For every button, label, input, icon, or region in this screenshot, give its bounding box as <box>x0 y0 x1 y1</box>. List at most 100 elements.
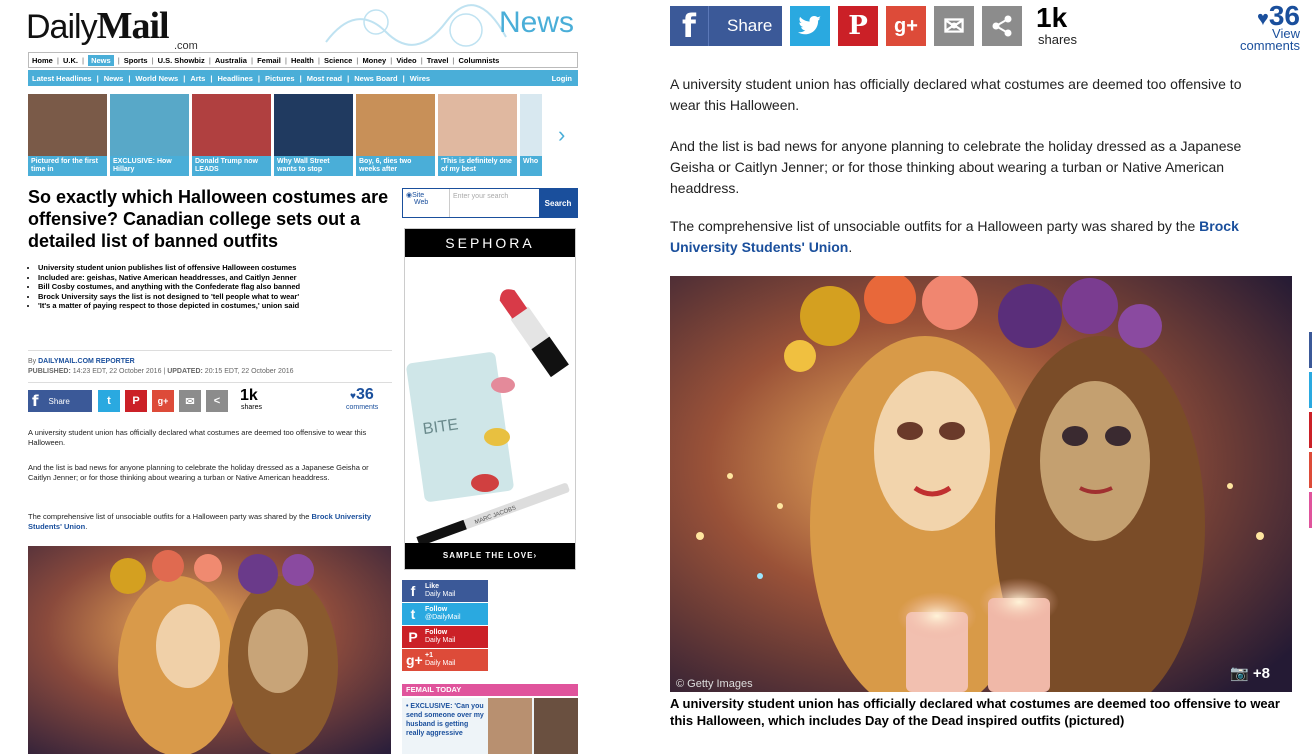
nav-item-health[interactable]: Health <box>291 56 314 65</box>
follow-button[interactable]: g+ +1 Daily Mail <box>402 649 488 671</box>
carousel-card[interactable]: 'This is definitely one of my best <box>438 94 517 176</box>
divider <box>28 382 392 383</box>
nav-item-video[interactable]: Video <box>396 56 416 65</box>
camera-icon: 📷 <box>1230 665 1249 682</box>
search-button[interactable]: Search <box>539 189 577 217</box>
carousel-caption: 'This is definitely one of my best <box>438 156 517 176</box>
carousel-caption: Why Wall Street wants to stop <box>274 156 353 176</box>
subnav-item-news-board[interactable]: News Board <box>354 74 397 83</box>
subnav-item-pictures[interactable]: Pictures <box>265 74 295 83</box>
site-logo[interactable]: DailyMail <box>26 4 170 48</box>
follow-target: @DailyMail <box>425 614 461 621</box>
byline-prefix: By <box>28 358 37 365</box>
subnav-item-headlines[interactable]: Headlines <box>217 74 252 83</box>
carousel-next-icon[interactable]: › <box>558 122 565 148</box>
ad-brand: SEPHORA <box>405 229 575 257</box>
googleplus-share-button[interactable]: g+ <box>152 390 174 412</box>
search-input[interactable]: Enter your search <box>449 189 539 217</box>
shares-count: 1k <box>240 387 258 404</box>
carousel-card[interactable]: Pictured for the first time in <box>28 94 107 176</box>
subnav-item-world-news[interactable]: World News <box>135 74 178 83</box>
nav-separator: | <box>96 73 99 83</box>
email-share-button-large[interactable]: ✉ <box>934 6 974 46</box>
nav-separator: | <box>317 55 320 65</box>
carousel-card[interactable]: EXCLUSIVE: How Hillary <box>110 94 189 176</box>
subnav-item-latest-headlines[interactable]: Latest Headlines <box>32 74 92 83</box>
gallery-count: +8 <box>1252 665 1270 682</box>
carousel-card[interactable]: Donald Trump now LEADS <box>192 94 271 176</box>
femail-story-link[interactable]: • EXCLUSIVE: 'Can you send someone over … <box>402 698 488 754</box>
facebook-icon: f <box>32 392 39 410</box>
logo-domain: .com <box>174 40 198 52</box>
googleplus-share-button-large[interactable]: g+ <box>886 6 926 46</box>
twitter-icon: t <box>107 395 111 407</box>
femail-thumb-2[interactable] <box>534 698 578 754</box>
nav-item-travel[interactable]: Travel <box>427 56 449 65</box>
twitter-share-button[interactable]: t <box>98 390 120 412</box>
subnav-item-most-read[interactable]: Most read <box>307 74 342 83</box>
nav-item-femail[interactable]: Femail <box>257 56 281 65</box>
femail-today-panel[interactable]: • EXCLUSIVE: 'Can you send someone over … <box>402 698 578 754</box>
nav-item-home[interactable]: Home <box>32 56 53 65</box>
article-headline: So exactly which Halloween costumes are … <box>28 187 389 251</box>
facebook-share-button[interactable]: f Share <box>28 390 92 412</box>
social-icon: t <box>410 606 416 622</box>
nav-item-money[interactable]: Money <box>362 56 386 65</box>
search-web-label[interactable]: Web <box>414 199 446 206</box>
gallery-count-button[interactable]: 📷 +8 <box>1230 664 1270 682</box>
subnav-item-arts[interactable]: Arts <box>190 74 205 83</box>
updated-label: UPDATED: <box>167 368 203 375</box>
nav-item-science[interactable]: Science <box>324 56 352 65</box>
nav-item-columnists[interactable]: Columnists <box>459 56 500 65</box>
article-photo-small[interactable] <box>28 546 391 754</box>
more-share-button-large[interactable] <box>982 6 1022 46</box>
nav-item-u-s-showbiz[interactable]: U.S. Showbiz <box>158 56 205 65</box>
news-carousel: Pictured for the first time in EXCLUSIVE:… <box>28 94 578 176</box>
login-link[interactable]: Login <box>552 74 572 83</box>
masthead-decoration <box>325 4 507 47</box>
nav-item-news[interactable]: News <box>88 54 114 66</box>
carousel-card[interactable]: Boy, 6, dies two weeks after <box>356 94 435 176</box>
pinterest-share-button-large[interactable]: P <box>838 6 878 46</box>
para3-text: The comprehensive list of unsociable out… <box>28 512 310 521</box>
femail-thumb-1[interactable] <box>488 698 532 754</box>
secondary-nav: Latest Headlines | News | World News | Arts | He… <box>28 70 578 86</box>
nav-separator: | <box>56 55 59 65</box>
masthead: DailyMail .com News <box>26 2 578 52</box>
para3-end: . <box>85 522 88 531</box>
article-paragraph-1-zoom: A university student union has officiall… <box>670 76 1242 113</box>
googleplus-icon: g+ <box>894 14 918 37</box>
email-share-button[interactable]: ✉ <box>179 390 201 412</box>
comments-link[interactable]: ♥36 <box>350 386 374 404</box>
carousel-card[interactable]: Who <box>520 94 542 176</box>
nav-separator: | <box>284 55 287 65</box>
femail-today-header[interactable]: FEMAIL TODAY <box>402 684 578 696</box>
nav-item-sports[interactable]: Sports <box>124 56 148 65</box>
comments-count: 36 <box>355 386 374 403</box>
twitter-share-button-large[interactable] <box>790 6 830 46</box>
follow-button[interactable]: f Like Daily Mail <box>402 580 488 602</box>
sephora-advert[interactable]: SEPHORA BITE MARC JACOBS SAMPLE THE LOVE… <box>404 228 576 570</box>
follow-label: Like <box>425 583 440 590</box>
comments-view-link[interactable]: View comments <box>1240 27 1300 52</box>
follow-button[interactable]: P Follow Daily Mail <box>402 626 488 648</box>
nav-item-u-k-[interactable]: U.K. <box>63 56 78 65</box>
byline-author-link[interactable]: DAILYMAIL.COM REPORTER <box>38 358 135 365</box>
facebook-share-button-large[interactable]: f Share <box>670 6 782 46</box>
nav-separator: | <box>208 55 211 65</box>
nav-item-australia[interactable]: Australia <box>215 56 247 65</box>
page-overview: DailyMail .com News Home | U.K. | News | Sport… <box>0 0 604 754</box>
pinterest-share-button[interactable]: P <box>125 390 147 412</box>
subnav-item-news[interactable]: News <box>104 74 124 83</box>
ad-cta-button[interactable]: SAMPLE THE LOVE› <box>405 543 575 569</box>
subnav-item-wires[interactable]: Wires <box>410 74 430 83</box>
share-icon: < <box>213 395 221 407</box>
published-label: PUBLISHED: <box>28 368 71 375</box>
comments-label[interactable]: comments <box>346 404 378 411</box>
search-scope[interactable]: ◉Site Web <box>403 189 449 217</box>
article-photo[interactable]: © Getty Images 📷 +8 <box>670 272 1292 716</box>
follow-button[interactable]: t Follow @DailyMail <box>402 603 488 625</box>
facebook-share-label: Share <box>727 16 773 35</box>
more-share-button[interactable]: < <box>206 390 228 412</box>
carousel-card[interactable]: Why Wall Street wants to stop <box>274 94 353 176</box>
